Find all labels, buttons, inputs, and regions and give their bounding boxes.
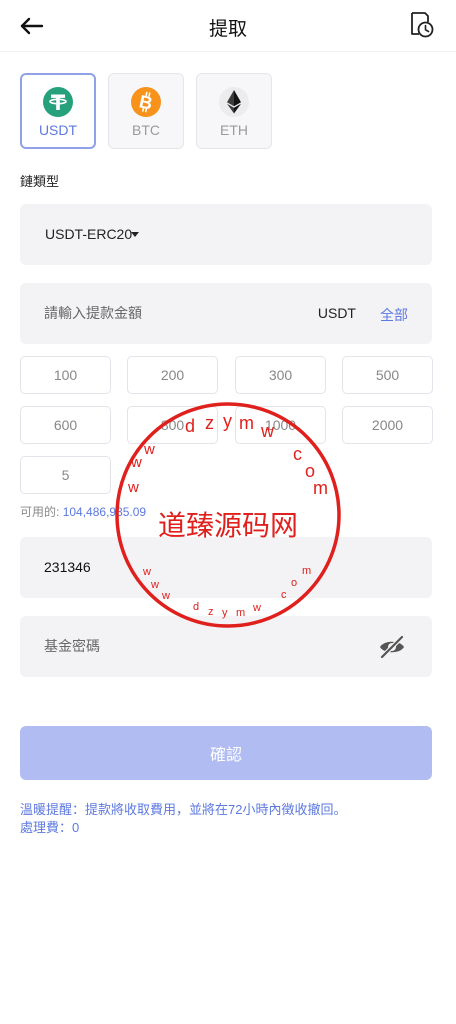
quick-amount-button[interactable]: 800 bbox=[127, 406, 218, 444]
quick-amount-button[interactable]: 600 bbox=[20, 406, 111, 444]
quick-amount-button[interactable]: 1000 bbox=[235, 406, 326, 444]
available-label: 可用的: bbox=[20, 505, 60, 519]
notice-line: 溫暖提醒：提款將收取費用，並將在72小時內徵收撤回。 bbox=[20, 802, 347, 817]
chain-type-select[interactable]: USDT-ERC20 bbox=[20, 204, 432, 265]
coin-label: USDT bbox=[38, 122, 78, 138]
withdraw-all-button[interactable]: 全部 bbox=[380, 305, 408, 325]
clock-history-icon bbox=[411, 12, 434, 38]
amount-field: USDT 全部 bbox=[20, 283, 432, 344]
caret-down-icon bbox=[131, 232, 139, 237]
chain-type-label: 鏈類型 bbox=[20, 174, 60, 189]
tether-icon bbox=[43, 87, 73, 117]
coin-option-usdt[interactable]: USDT bbox=[20, 73, 96, 149]
quick-amount-button[interactable]: 2000 bbox=[342, 406, 433, 444]
fund-password-input[interactable] bbox=[44, 635, 344, 657]
chain-type-value: USDT-ERC20 bbox=[45, 226, 133, 242]
quick-amount-button[interactable]: 200 bbox=[127, 356, 218, 394]
coin-selector: USDT B BTC ETH bbox=[20, 73, 272, 149]
eye-off-icon bbox=[380, 635, 404, 659]
back-button[interactable] bbox=[18, 12, 48, 40]
history-button[interactable] bbox=[406, 10, 436, 40]
svg-text:y: y bbox=[223, 411, 232, 431]
svg-text:w: w bbox=[130, 454, 142, 471]
quick-amount-button[interactable]: 500 bbox=[342, 356, 433, 394]
page-title: 提取 bbox=[208, 19, 247, 40]
arrow-left-icon bbox=[20, 17, 44, 35]
confirm-button[interactable]: 確認 bbox=[20, 726, 432, 780]
svg-text:c: c bbox=[293, 444, 302, 464]
amount-input[interactable] bbox=[44, 301, 304, 325]
svg-text:w: w bbox=[127, 479, 139, 496]
fund-password-field bbox=[20, 616, 432, 677]
available-value: 104,486,935.09 bbox=[62, 505, 147, 519]
amount-unit: USDT bbox=[317, 305, 356, 321]
processing-fee: 處理費：0 bbox=[20, 820, 80, 835]
fee-notice: 溫暖提醒：提款將收取費用，並將在72小時內徵收撤回。 處理費：0 bbox=[20, 801, 436, 837]
coin-option-eth[interactable]: ETH bbox=[196, 73, 272, 149]
code-field bbox=[20, 537, 432, 598]
quick-amount-button[interactable]: 100 bbox=[20, 356, 111, 394]
quick-amount-button[interactable]: 300 bbox=[235, 356, 326, 394]
available-balance: 可用的: 104,486,935.09 bbox=[20, 503, 146, 520]
svg-text:m: m bbox=[313, 478, 328, 498]
svg-text:o: o bbox=[305, 461, 315, 481]
svg-text:w: w bbox=[252, 602, 261, 614]
header-bar: 提取 bbox=[0, 0, 456, 52]
toggle-password-visibility[interactable] bbox=[378, 634, 406, 660]
code-input[interactable] bbox=[44, 556, 344, 578]
coin-label: ETH bbox=[220, 122, 248, 138]
coin-label: BTC bbox=[132, 122, 160, 138]
coin-option-btc[interactable]: B BTC bbox=[108, 73, 184, 149]
svg-text:d: d bbox=[193, 601, 199, 613]
ethereum-icon bbox=[219, 87, 249, 117]
quick-amount-button[interactable]: 5 bbox=[20, 456, 111, 494]
bitcoin-icon: B bbox=[131, 87, 161, 117]
